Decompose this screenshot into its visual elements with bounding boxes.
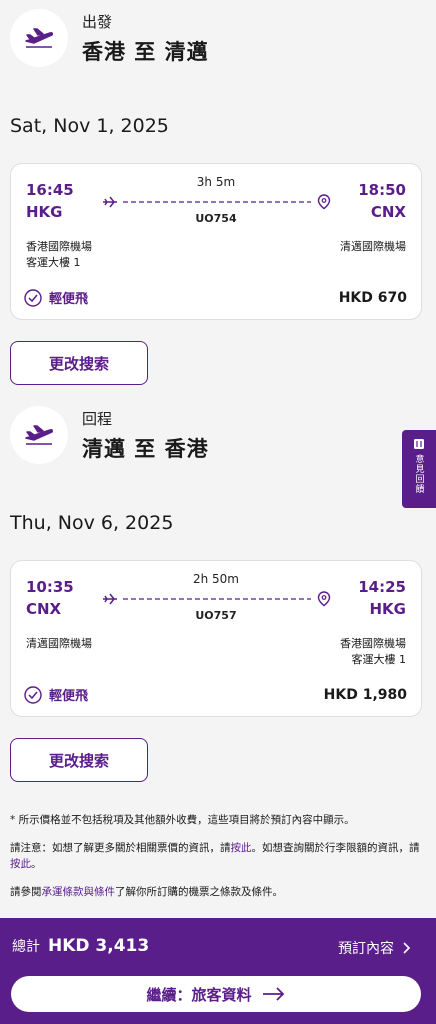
total-price: 總計 HKD 3,413: [12, 936, 149, 956]
airplane-icon: [10, 9, 68, 67]
outbound-flight-card[interactable]: 16:45 HKG 3h 5m UO754 18:50 CNX 香港國際機場 客…: [10, 163, 422, 320]
arrival-code: HKG: [369, 600, 407, 618]
fare-notes: * 所示價格並不包括稅項及其他額外收費，這些項目將於預訂內容中顯示。 請注意：如…: [10, 812, 422, 912]
section-label: 出發: [82, 12, 113, 31]
note-fare-info: 請注意：如想了解更多關於相關票價的資訊，請按此。如想查詢關於行李限額的資訊，請按…: [10, 840, 422, 872]
arrival-airport-name: 清邁國際機場: [340, 240, 406, 253]
fare-info-link[interactable]: 按此: [231, 842, 252, 854]
departure-airport-name: 清邁國際機場: [26, 637, 92, 650]
departure-airport: 清邁國際機場: [26, 636, 92, 652]
departure-airport: 香港國際機場 客運大樓 1: [26, 239, 92, 271]
destination-pin-icon: [317, 591, 331, 607]
booking-details-link[interactable]: 預訂內容: [338, 938, 414, 958]
arrival-time: 18:50: [358, 181, 406, 199]
check-circle-icon: [24, 288, 42, 307]
outbound-header: 出發 香港 至 清邁: [10, 9, 209, 67]
checkout-bar: 總計 HKD 3,413 預訂內容 繼續：旅客資料: [0, 918, 436, 1024]
arrival-airport: 香港國際機場 客運大樓 1: [340, 636, 406, 668]
route-title: 清邁 至 香港: [82, 436, 209, 461]
fare-name: 輕便飛: [49, 689, 89, 704]
arrival-terminal: 客運大樓 1: [351, 653, 407, 666]
arrival-time: 14:25: [358, 578, 406, 596]
arrival-code: CNX: [370, 203, 406, 221]
inbound-date: Thu, Nov 6, 2025: [10, 512, 174, 534]
change-search-button[interactable]: 更改搜索: [10, 341, 148, 385]
feedback-label: 意見回饋: [413, 454, 424, 494]
note-text: 了解你所訂購的機票之條款及條件。: [115, 886, 283, 898]
airplane-icon: [10, 406, 68, 464]
outbound-date: Sat, Nov 1, 2025: [10, 115, 169, 137]
baggage-info-link[interactable]: 按此: [10, 858, 31, 870]
departure-airport-name: 香港國際機場: [26, 240, 92, 253]
feedback-icon: [414, 439, 424, 449]
feedback-tab[interactable]: 意見回饋: [402, 430, 436, 508]
fare-type: 輕便飛: [24, 288, 88, 307]
route-title: 香港 至 清邁: [82, 39, 209, 64]
flight-route-line: [103, 591, 331, 607]
total-label: 總計: [12, 939, 40, 955]
arrival-airport: 清邁國際機場: [340, 239, 406, 255]
fare-price: HKD 670: [338, 290, 407, 306]
change-search-button[interactable]: 更改搜索: [10, 738, 148, 782]
inbound-header: 回程 清邁 至 香港: [10, 406, 209, 464]
inbound-flight-card[interactable]: 10:35 CNX 2h 50m UO757 14:25 HKG 清邁國際機場 …: [10, 560, 422, 717]
continue-label: 繼續：旅客資料: [146, 985, 252, 1004]
booking-details-label: 預訂內容: [338, 941, 394, 957]
origin-plane-icon: [103, 196, 117, 208]
note-text: 請注意：如想了解更多關於相關票價的資訊，請: [10, 842, 231, 854]
note-text: 。: [31, 858, 42, 870]
total-amount: HKD 3,413: [48, 936, 150, 956]
departure-terminal: 客運大樓 1: [26, 256, 81, 269]
flight-number: UO754: [195, 212, 237, 225]
origin-plane-icon: [103, 593, 117, 605]
note-text: 。如想查詢關於行李限額的資訊，請: [251, 842, 420, 854]
destination-pin-icon: [317, 194, 331, 210]
note-taxes: * 所示價格並不包括稅項及其他額外收費，這些項目將於預訂內容中顯示。: [10, 814, 355, 826]
note-terms: 請參閱承運條款與條件了解你所訂購的機票之條款及條件。: [10, 884, 422, 900]
fare-price: HKD 1,980: [323, 687, 407, 703]
chevron-right-icon: [403, 942, 411, 954]
continue-button[interactable]: 繼續：旅客資料: [11, 976, 421, 1012]
note-text: 請參閱: [10, 886, 42, 898]
arrow-right-icon: [262, 987, 284, 1001]
fare-type: 輕便飛: [24, 685, 88, 704]
arrival-airport-name: 香港國際機場: [340, 637, 406, 650]
section-label: 回程: [82, 409, 113, 428]
fare-name: 輕便飛: [49, 292, 89, 307]
check-circle-icon: [24, 685, 42, 704]
terms-link[interactable]: 承運條款與條件: [42, 886, 116, 898]
flight-route-line: [103, 194, 331, 210]
flight-number: UO757: [195, 609, 237, 622]
